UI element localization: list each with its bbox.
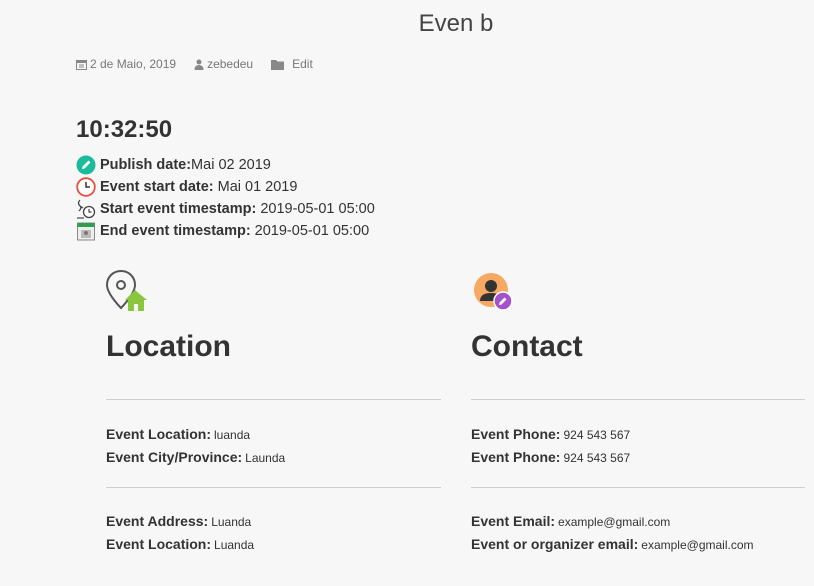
field-row: Event Phone: 924 543 567 xyxy=(471,446,630,469)
post-date: 2 de Maio, 2019 xyxy=(76,57,176,71)
post-edit[interactable]: Edit xyxy=(271,57,313,71)
field-value: Luanda xyxy=(211,515,252,529)
field-value: 924 543 567 xyxy=(563,428,631,442)
location-fields-group-2: Event Address: Luanda Event Location: Luan… xyxy=(106,510,254,556)
divider xyxy=(471,399,805,400)
calendar-icon xyxy=(76,59,87,70)
field-row: Event Location: Luanda xyxy=(106,533,254,556)
post-date-text: 2 de Maio, 2019 xyxy=(90,57,177,71)
contact-fields-group-1: Event Phone: 924 543 567 Event Phone: 924 … xyxy=(471,423,630,469)
field-label: Event Phone: xyxy=(471,426,561,442)
field-value: luanda xyxy=(214,428,251,442)
field-row: Event Location: luanda xyxy=(106,423,285,446)
field-row: Event Email: example@gmail.com xyxy=(471,510,754,533)
contact-avatar-edit-icon xyxy=(474,273,513,311)
folder-icon xyxy=(271,59,285,70)
location-fields-group-1: Event Location: luanda Event City/Provinc… xyxy=(106,423,285,469)
detail-value: Mai 02 2019 xyxy=(191,157,271,173)
field-label: Event or organizer email: xyxy=(471,536,639,552)
event-details: Publish date: Mai 02 2019 Event start dat… xyxy=(76,154,375,242)
stopwatch-icon xyxy=(76,199,96,219)
detail-label: End event timestamp: xyxy=(100,223,251,239)
detail-start-date: Event start date: Mai 01 2019 xyxy=(76,176,375,198)
detail-value: Mai 01 2019 xyxy=(217,179,298,195)
field-label: Event Phone: xyxy=(471,449,561,465)
detail-label: Event start date: xyxy=(100,179,214,195)
divider xyxy=(106,399,441,400)
pencil-icon xyxy=(76,155,96,175)
field-row: Event City/Province: Launda xyxy=(106,446,285,469)
field-label: Event Email: xyxy=(471,513,556,529)
post-author[interactable]: zebedeu xyxy=(194,57,253,71)
field-value: example@gmail.com xyxy=(558,515,671,529)
field-label: Event Address: xyxy=(106,513,209,529)
detail-end-timestamp: End event timestamp: 2019-05-01 05:00 xyxy=(76,220,375,242)
edit-link[interactable]: Edit xyxy=(292,57,313,71)
contact-heading: Contact xyxy=(471,330,583,363)
clock-icon xyxy=(76,177,96,197)
detail-value: 2019-05-01 05:00 xyxy=(254,223,370,239)
field-row: Event Address: Luanda xyxy=(106,510,254,533)
detail-label: Publish date: xyxy=(100,157,192,173)
field-label: Event Location: xyxy=(106,536,212,552)
divider xyxy=(471,487,805,488)
location-pin-home-icon xyxy=(106,270,147,311)
contact-fields-group-2: Event Email: example@gmail.com Event or o… xyxy=(471,510,754,556)
calendar-icon xyxy=(76,221,96,241)
field-value: example@gmail.com xyxy=(641,538,754,552)
detail-value: 2019-05-01 05:00 xyxy=(260,201,375,217)
post-meta: 2 de Maio, 2019 zebedeu Edit xyxy=(76,57,331,71)
field-label: Event City/Province: xyxy=(106,449,243,465)
field-row: Event or organizer email: example@gmail.c… xyxy=(471,533,754,556)
location-heading: Location xyxy=(106,330,231,363)
field-value: Launda xyxy=(245,451,286,465)
detail-start-timestamp: Start event timestamp: 2019-05-01 05:00 xyxy=(76,198,375,220)
field-value: Luanda xyxy=(214,538,255,552)
live-clock: 10:32:50 xyxy=(76,116,173,143)
page-title: Even b xyxy=(418,10,494,37)
detail-publish-date: Publish date: Mai 02 2019 xyxy=(76,154,375,176)
user-icon xyxy=(194,59,204,70)
field-value: 924 543 567 xyxy=(563,451,631,465)
divider xyxy=(106,487,441,488)
post-author-name[interactable]: zebedeu xyxy=(207,57,253,71)
detail-label: Start event timestamp: xyxy=(100,201,257,217)
field-row: Event Phone: 924 543 567 xyxy=(471,423,630,446)
field-label: Event Location: xyxy=(106,426,212,442)
